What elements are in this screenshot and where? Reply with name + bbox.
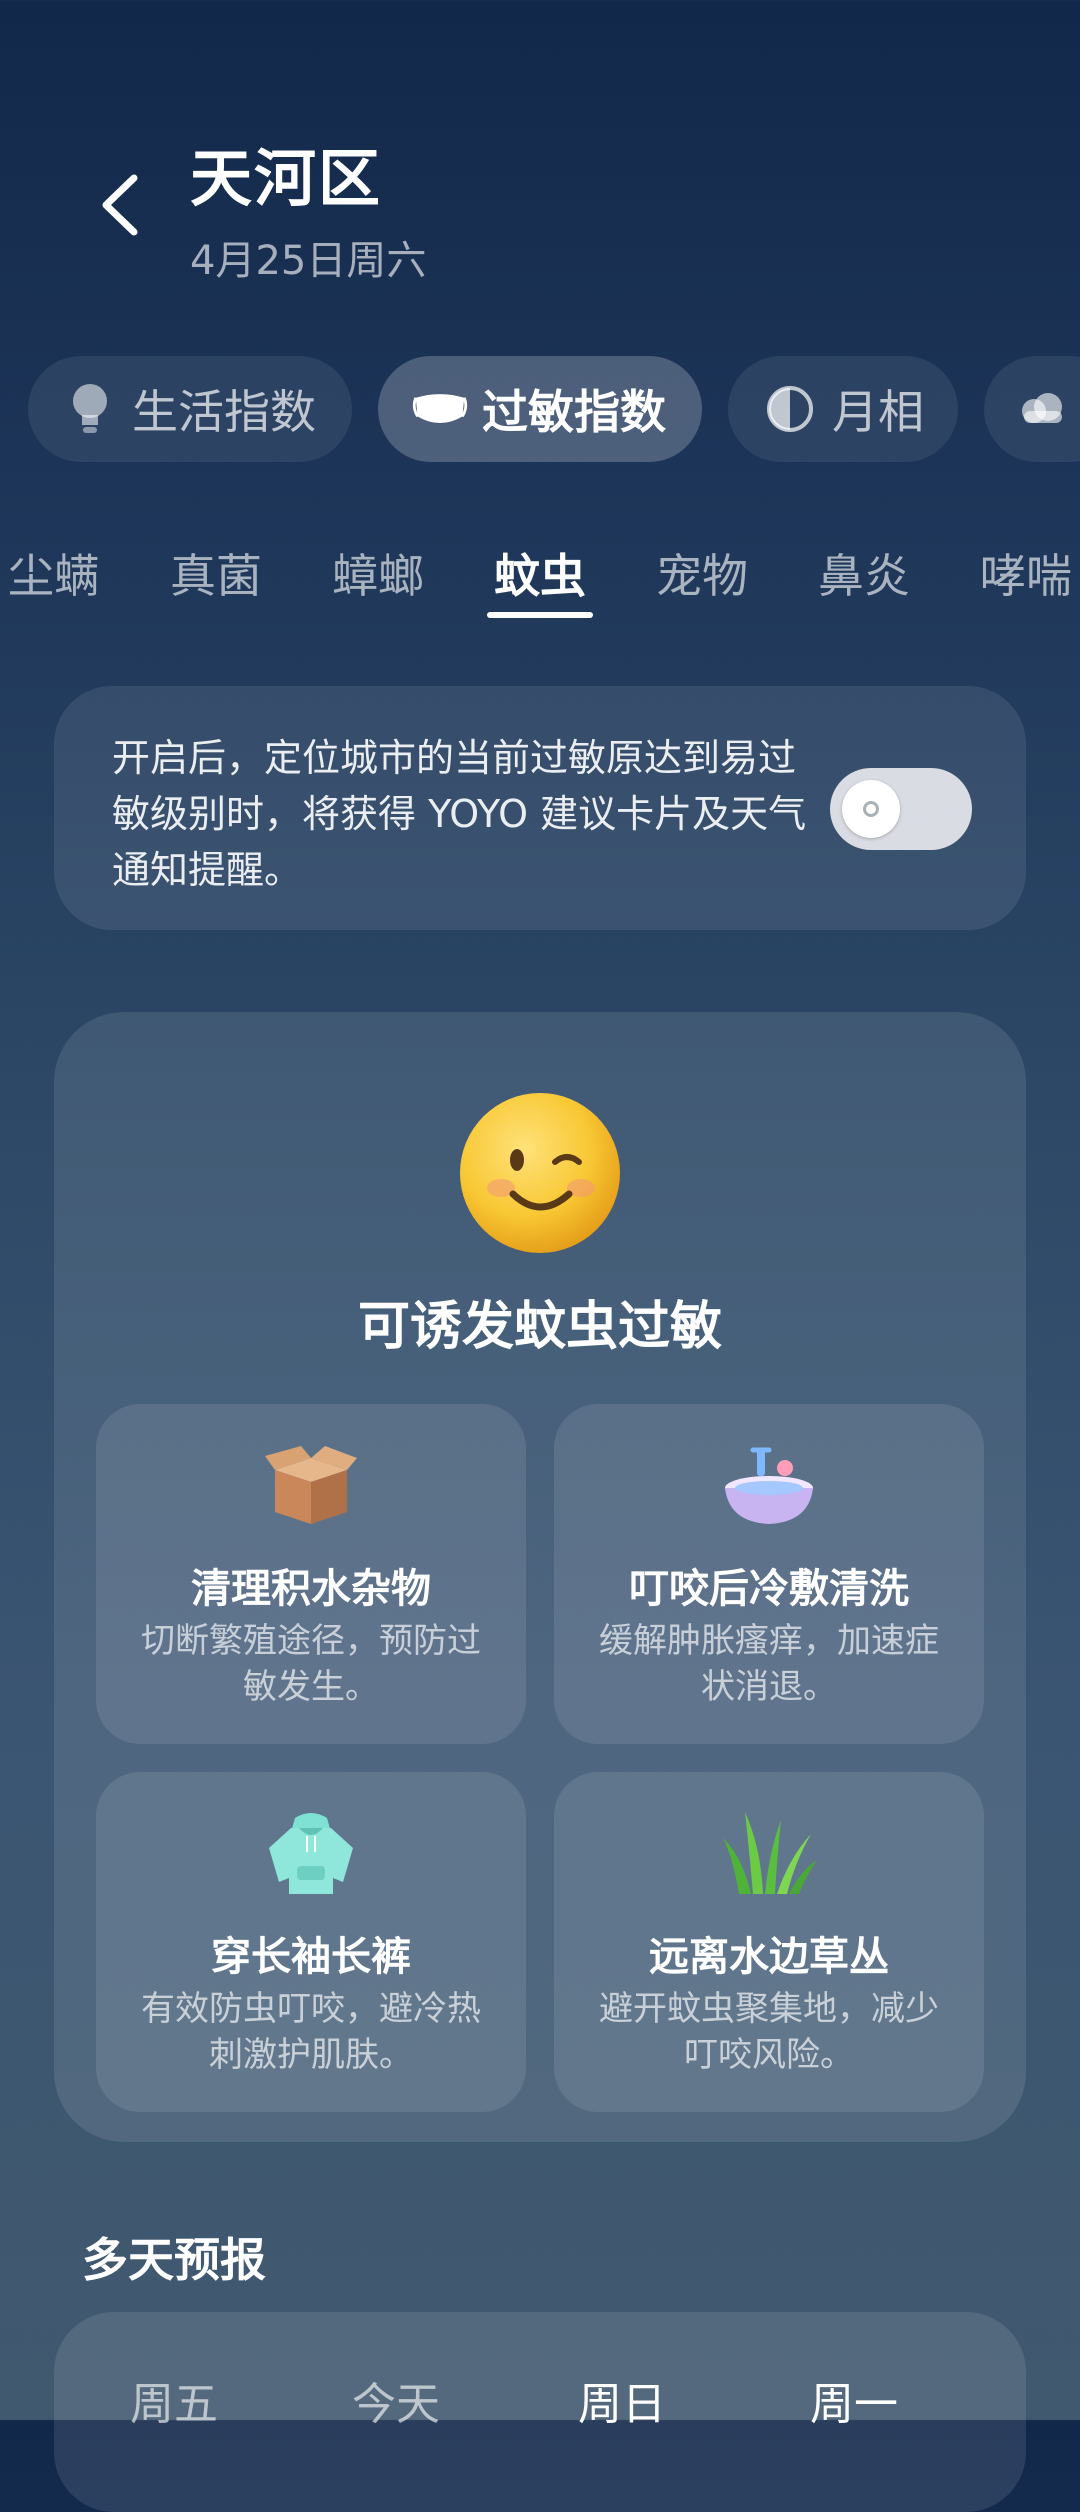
tip-description: 切断繁殖途径，预防过敏发生。 [141, 1621, 481, 1707]
tab-label: 生活指数 [132, 385, 316, 439]
active-tab-indicator [487, 612, 593, 618]
date-label: 4月25日周六 [190, 238, 427, 284]
tab-weather[interactable] [984, 356, 1080, 462]
hoodie-icon [261, 1808, 361, 1898]
toggle-knob [842, 780, 900, 838]
tip-title: 远离水边草丛 [649, 1934, 889, 1980]
allergen-tabs: 尘螨 真菌 蟑螂 蚊虫 宠物 鼻炎 哮喘 [0, 540, 1080, 620]
tab-cockroach[interactable]: 蟑螂 [332, 540, 424, 606]
tip-card: 叮咬后冷敷清洗 缓解肿胀瘙痒，加速症状消退。 [554, 1404, 984, 1744]
cardboard-box-icon [261, 1440, 361, 1530]
tab-dust-mite[interactable]: 尘螨 [8, 540, 100, 606]
winking-face-icon [457, 1090, 623, 1256]
wash-basin-icon [719, 1440, 819, 1530]
tab-life-index[interactable]: 生活指数 [28, 356, 352, 462]
tab-pet[interactable]: 宠物 [656, 540, 748, 606]
notification-toggle[interactable] [830, 768, 972, 850]
allergy-level-text: 可诱发蚊虫过敏 [357, 1297, 722, 1357]
tip-description: 缓解肿胀瘙痒，加速症状消退。 [599, 1621, 939, 1707]
tab-fungus[interactable]: 真菌 [170, 540, 262, 606]
tip-title: 穿长袖长裤 [211, 1934, 411, 1980]
tab-mosquito[interactable]: 蚊虫 [494, 540, 586, 606]
forecast-day[interactable]: 周日 [578, 2368, 666, 2432]
tab-label: 过敏指数 [482, 385, 666, 439]
face-mask-icon [412, 381, 468, 437]
forecast-day[interactable]: 周一 [810, 2368, 898, 2432]
tip-card: 清理积水杂物 切断繁殖途径，预防过敏发生。 [96, 1404, 526, 1744]
moon-phase-icon [762, 381, 818, 437]
cloud-icon [1014, 381, 1070, 437]
tab-rhinitis[interactable]: 鼻炎 [818, 540, 910, 606]
tip-card: 远离水边草丛 避开蚊虫聚集地，减少叮咬风险。 [554, 1772, 984, 2112]
notification-text: 开启后，定位城市的当前过敏原达到易过敏级别时，将获得 YOYO 建议卡片及天气通… [112, 736, 807, 892]
back-button[interactable] [92, 170, 152, 240]
tip-description: 有效防虫叮咬，避冷热刺激护肌肤。 [141, 1989, 481, 2075]
tab-label: 月相 [832, 385, 924, 439]
grass-icon [719, 1808, 819, 1898]
tab-moon-phase[interactable]: 月相 [728, 356, 958, 462]
tip-description: 避开蚊虫聚集地，减少叮咬风险。 [599, 1989, 939, 2075]
lightbulb-icon [62, 381, 118, 437]
tip-title: 叮咬后冷敷清洗 [629, 1566, 909, 1612]
page-title: 天河区 [190, 142, 383, 215]
tab-asthma[interactable]: 哮喘 [980, 540, 1072, 606]
tab-allergy-index[interactable]: 过敏指数 [378, 356, 702, 462]
tip-title: 清理积水杂物 [191, 1566, 431, 1612]
tip-card: 穿长袖长裤 有效防虫叮咬，避冷热刺激护肌肤。 [96, 1772, 526, 2112]
forecast-day[interactable]: 今天 [352, 2368, 440, 2432]
category-tabs: 生活指数 过敏指数 月相 [0, 356, 1080, 466]
forecast-title: 多天预报 [82, 2233, 266, 2287]
forecast-day[interactable]: 周五 [130, 2368, 218, 2432]
chevron-left-icon [102, 174, 138, 236]
